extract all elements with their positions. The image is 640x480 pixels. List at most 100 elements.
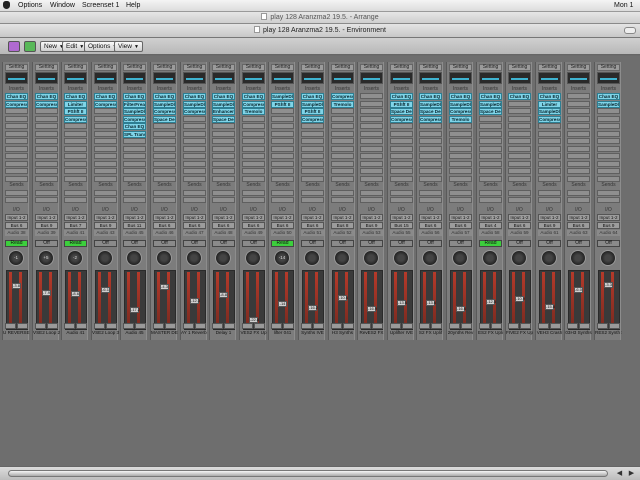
menu-options[interactable]: Options — [18, 2, 42, 9]
send-slot[interactable] — [331, 190, 354, 196]
send-slot[interactable] — [35, 197, 58, 203]
input-selector[interactable]: Input 1-2 — [331, 214, 354, 221]
insert-plugin[interactable]: Compress — [153, 108, 176, 115]
insert-slot[interactable] — [5, 153, 28, 159]
volume-fader[interactable]: -16.9 — [367, 306, 377, 313]
insert-slot[interactable] — [508, 115, 531, 122]
automation-mode[interactable]: Off — [35, 240, 58, 247]
send-slot[interactable] — [508, 197, 531, 203]
setting-button[interactable]: Setting — [449, 64, 472, 71]
insert-slot[interactable] — [94, 145, 117, 152]
send-slot[interactable] — [479, 197, 502, 203]
insert-slot[interactable] — [449, 123, 472, 129]
solo-button[interactable] — [372, 323, 383, 329]
insert-slot[interactable] — [183, 138, 206, 144]
insert-slot[interactable] — [390, 175, 413, 182]
insert-slot[interactable] — [153, 145, 176, 152]
insert-slot[interactable] — [419, 175, 442, 182]
volume-fader[interactable]: -4.3 — [160, 283, 169, 290]
send-slot[interactable] — [390, 190, 413, 196]
insert-plugin[interactable]: Compress — [35, 100, 58, 108]
insert-plugin[interactable]: Compress — [331, 93, 354, 100]
eq-thumbnail[interactable] — [390, 72, 413, 84]
channel-strip[interactable]: Setting Inserts Chan EQ SampleDly Compress Sp… — [150, 62, 178, 340]
channel-strip[interactable]: Setting Inserts Chan EQ SampleDly Compress Tr… — [446, 62, 473, 340]
setting-button[interactable]: Setting — [271, 64, 294, 71]
automation-mode[interactable]: Read — [479, 240, 502, 247]
output-selector[interactable]: Bus 6 — [567, 222, 590, 229]
solo-button[interactable] — [76, 323, 87, 329]
mute-button[interactable] — [479, 323, 490, 329]
send-slot[interactable] — [479, 190, 502, 196]
insert-slot[interactable] — [508, 108, 531, 114]
send-slot[interactable] — [5, 197, 28, 203]
pan-knob[interactable] — [186, 250, 202, 266]
insert-slot[interactable] — [301, 168, 324, 174]
channel-strip[interactable]: Setting Inserts Sends I/O Input 1-2 Bus 9 Audi… — [357, 62, 384, 340]
pan-knob[interactable] — [156, 250, 172, 266]
input-selector[interactable]: Input 1-2 — [479, 214, 502, 221]
send-slot[interactable] — [183, 190, 206, 196]
insert-slot[interactable] — [35, 168, 58, 174]
channel-strip[interactable]: Setting Inserts Sends I/O Input 1-2 Bus 6 Audi… — [564, 62, 592, 340]
insert-slot[interactable] — [479, 168, 502, 174]
insert-slot[interactable] — [301, 175, 324, 182]
insert-plugin[interactable]: SampleDly — [301, 100, 324, 108]
mute-button[interactable] — [242, 323, 253, 329]
output-selector[interactable]: Bus 9 — [35, 222, 58, 229]
insert-slot[interactable] — [153, 175, 176, 182]
toolbar-toggle-button[interactable] — [624, 27, 636, 34]
insert-slot[interactable] — [508, 138, 531, 144]
volume-fader[interactable]: -16.2 — [308, 305, 318, 312]
insert-slot[interactable] — [94, 108, 117, 114]
insert-plugin[interactable]: Tremolo — [331, 100, 354, 108]
insert-plugin[interactable]: FilterFreak — [123, 100, 146, 108]
insert-plugin[interactable]: SampleDly — [183, 100, 206, 108]
send-slot[interactable] — [449, 197, 472, 203]
insert-slot[interactable] — [449, 130, 472, 137]
insert-slot[interactable] — [242, 145, 265, 152]
insert-slot[interactable] — [212, 138, 235, 144]
insert-slot[interactable] — [271, 160, 294, 167]
input-selector[interactable]: Input 1-2 — [508, 214, 531, 221]
insert-slot[interactable] — [35, 130, 58, 137]
send-slot[interactable] — [390, 197, 413, 203]
insert-slot[interactable] — [153, 160, 176, 167]
automation-mode[interactable]: Off — [242, 240, 265, 247]
arrange-window-titlebar[interactable]: play 128 Aranzma2 19.5. - Arrange — [0, 12, 640, 24]
send-slot[interactable] — [123, 190, 146, 196]
send-slot[interactable] — [35, 190, 58, 196]
setting-button[interactable]: Setting — [567, 64, 590, 71]
input-selector[interactable]: Input 1-2 — [242, 214, 265, 221]
pan-knob[interactable] — [482, 250, 498, 266]
solo-button[interactable] — [135, 323, 146, 329]
insert-slot[interactable] — [331, 123, 354, 129]
insert-slot[interactable] — [567, 138, 590, 144]
mute-button[interactable] — [35, 323, 46, 329]
insert-slot[interactable] — [94, 138, 117, 144]
insert-slot[interactable] — [538, 138, 561, 144]
pan-knob[interactable] — [570, 250, 586, 266]
insert-plugin[interactable]: Chan EQ — [419, 93, 442, 100]
insert-slot[interactable] — [449, 160, 472, 167]
volume-fader[interactable]: -3.3 — [604, 281, 613, 288]
insert-slot[interactable] — [508, 168, 531, 174]
insert-slot[interactable] — [64, 130, 87, 137]
insert-slot[interactable] — [64, 145, 87, 152]
insert-slot[interactable] — [301, 145, 324, 152]
send-slot[interactable] — [301, 197, 324, 203]
output-selector[interactable]: Bus 6 — [212, 222, 235, 229]
pan-knob[interactable] — [97, 250, 113, 266]
automation-mode[interactable]: Off — [360, 240, 383, 247]
pan-knob[interactable] — [126, 250, 142, 266]
input-selector[interactable]: Input 1-2 — [153, 214, 176, 221]
mute-button[interactable] — [5, 323, 16, 329]
input-selector[interactable]: Input 1-2 — [597, 214, 620, 221]
input-selector[interactable]: Input 1-2 — [35, 214, 58, 221]
insert-slot[interactable] — [419, 130, 442, 137]
insert-slot[interactable] — [597, 175, 620, 182]
input-selector[interactable]: Input 1-2 — [449, 214, 472, 221]
setting-button[interactable]: Setting — [153, 64, 176, 71]
volume-fader[interactable]: -13.6 — [426, 300, 436, 307]
insert-slot[interactable] — [64, 123, 87, 129]
